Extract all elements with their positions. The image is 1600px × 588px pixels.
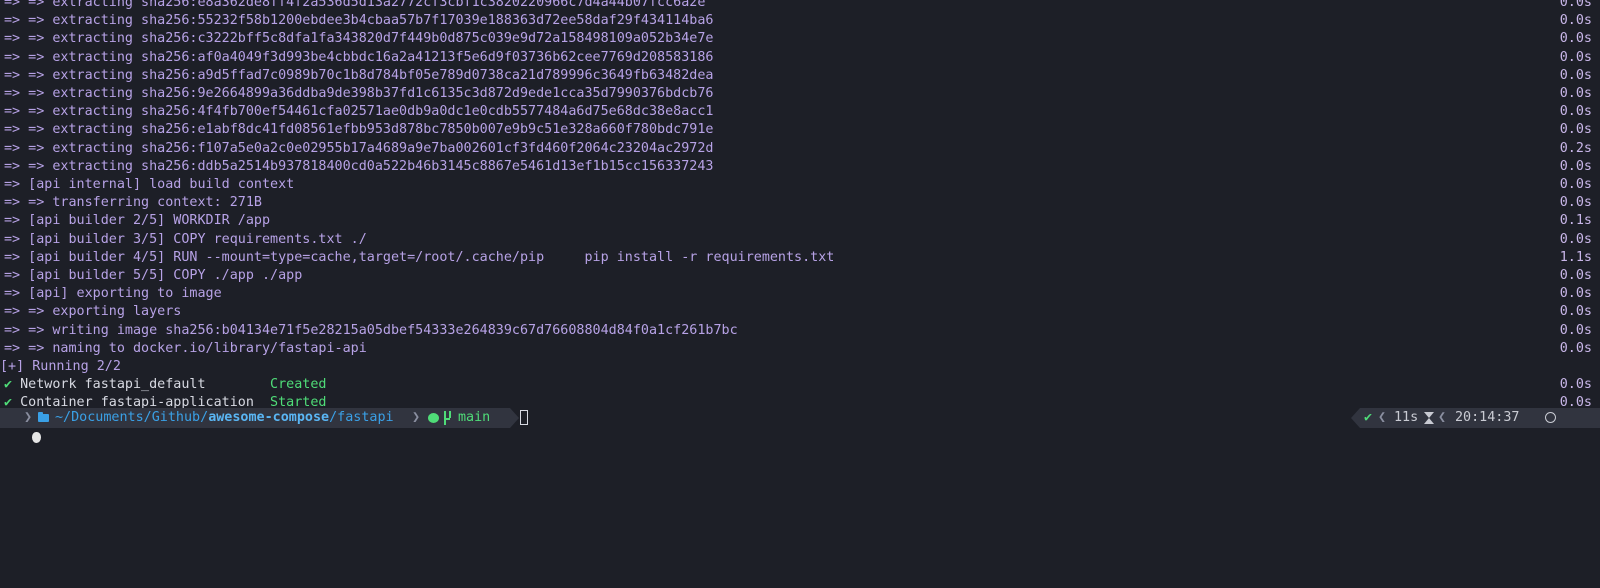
log-text: => => naming to docker.io/library/fastap… <box>4 340 367 356</box>
step-duration: 0.0s <box>1559 122 1592 138</box>
step-duration: 0.0s <box>1559 13 1592 29</box>
container-status-line: ✔ Network fastapi_default Created 0.0s <box>4 376 1592 394</box>
build-log-line: => => extracting sha256:9e2664899a36ddba… <box>4 85 1592 103</box>
step-duration: 0.0s <box>1559 340 1592 356</box>
build-log-line: => => extracting sha256:ddb5a2514b937818… <box>4 158 1592 176</box>
path-prefix: ~/Documents/Github/ <box>55 410 209 425</box>
log-text: => [api builder 5/5] COPY ./app ./app <box>4 268 303 283</box>
step-duration: 0.0s <box>1559 322 1592 338</box>
exit-status-check-icon: ✔ <box>1364 410 1373 425</box>
hourglass-icon <box>1424 412 1434 424</box>
log-text: => [api builder 4/5] RUN --mount=type=ca… <box>4 249 835 265</box>
step-duration: 0.0s <box>1559 158 1592 174</box>
log-text: => => extracting sha256:a9d5ffad7c0989b7… <box>4 67 714 83</box>
step-duration: 0.1s <box>1559 213 1592 229</box>
step-duration: 0.2s <box>1559 140 1592 156</box>
step-duration: 0.0s <box>1559 231 1592 247</box>
log-text: => => writing image sha256:b04134e71f5e2… <box>4 322 738 338</box>
container-status: ✔ Network fastapi_default Created <box>4 376 326 394</box>
build-log-line: => => extracting sha256:4f4fb700ef54461c… <box>4 103 1592 121</box>
build-log-line: => [api builder 4/5] RUN --mount=type=ca… <box>4 249 1592 267</box>
step-duration: 0.0s <box>1559 304 1592 320</box>
text-cursor[interactable] <box>520 410 528 425</box>
build-log-line: => [api internal] load build context 0.0s <box>4 176 1592 194</box>
build-log-line: => [api] exporting to image 0.0s <box>4 285 1592 303</box>
shell-prompt[interactable]: ❯ ~/Documents/Github/awesome-compose/fas… <box>0 408 1600 443</box>
check-icon: ✔ <box>4 377 13 393</box>
step-duration: 0.0s <box>1559 0 1592 10</box>
build-log-line: => => extracting sha256:55232f58b1200ebd… <box>4 12 1592 30</box>
log-text: => => extracting sha256:ddb5a2514b937818… <box>4 158 714 174</box>
build-log-line: => => extracting sha256:f107a5e0a2c0e029… <box>4 140 1592 158</box>
chevron-right-icon: ❯ <box>24 410 33 425</box>
current-directory: ~/Documents/Github/awesome-compose/fasta… <box>55 408 394 428</box>
log-text: => => extracting sha256:af0a4049f3d993be… <box>4 49 714 65</box>
git-branch-name: main <box>458 410 491 425</box>
log-text: => => transferring context: 271B <box>4 195 262 211</box>
clock-time: 20:14:37 <box>1455 410 1520 425</box>
log-text: => => extracting sha256:e1abf8dc41fd0856… <box>4 122 714 138</box>
log-text: => => extracting sha256:c3222bff5c8dfa1f… <box>4 31 714 47</box>
build-log-line: => => transferring context: 271B 0.0s <box>4 194 1592 212</box>
log-text: => => extracting sha256:e8a362de8ff4f2a5… <box>4 0 706 10</box>
git-segment: ❯ main <box>410 408 510 428</box>
github-icon <box>428 413 439 423</box>
running-text: [+] Running 2/2 <box>0 359 121 374</box>
build-log-line: => => exporting layers 0.0s <box>4 303 1592 321</box>
log-text: => => extracting sha256:f107a5e0a2c0e029… <box>4 140 714 156</box>
log-text: => [api] exporting to image <box>4 286 222 302</box>
container-name: Network fastapi_default <box>20 377 271 393</box>
build-log-line: => [api builder 5/5] COPY ./app ./app 0.0… <box>4 267 1592 285</box>
log-text: => => extracting sha256:4f4fb700ef54461c… <box>4 104 714 120</box>
running-status: [+] Running 2/2 <box>0 358 1592 376</box>
log-text: => => extracting sha256:9e2664899a36ddba… <box>4 86 714 101</box>
log-text: => [api builder 3/5] COPY requirements.t… <box>4 231 367 247</box>
step-duration: 0.0s <box>1559 31 1592 47</box>
log-text: => => extracting sha256:55232f58b1200ebd… <box>4 13 714 29</box>
chevron-right-icon: ❯ <box>412 410 421 425</box>
chevron-left-icon: ❮ <box>1438 410 1447 425</box>
log-text: => [api internal] load build context <box>4 177 295 192</box>
build-log-line: => => extracting sha256:e8a362de8ff4f2a5… <box>4 0 1592 12</box>
right-prompt: ✔ ❮ 11s ❮ 20:14:37 <box>1351 408 1600 428</box>
step-duration: 0.0s <box>1559 49 1592 65</box>
step-duration: 0.0s <box>1559 177 1592 192</box>
step-duration: 0.0s <box>1559 377 1592 393</box>
path-suffix: /fastapi <box>329 410 394 425</box>
build-log-line: => => extracting sha256:c3222bff5c8dfa1f… <box>4 30 1592 48</box>
container-state: Created <box>270 377 327 393</box>
step-duration: 1.1s <box>1559 249 1592 265</box>
step-duration: 0.0s <box>1559 67 1592 83</box>
command-duration: 11s <box>1394 410 1419 425</box>
step-duration: 0.0s <box>1559 268 1592 283</box>
path-repo: awesome-compose <box>208 410 330 425</box>
log-text: => => exporting layers <box>4 304 182 320</box>
step-duration: 0.0s <box>1559 86 1592 101</box>
build-log-line: => => writing image sha256:b04134e71f5e2… <box>4 322 1592 340</box>
git-branch-icon <box>443 411 452 425</box>
step-duration: 0.0s <box>1559 286 1592 302</box>
segment-separator <box>510 408 520 428</box>
chevron-left-icon: ❮ <box>1378 410 1387 425</box>
build-log-line: => [api builder 3/5] COPY requirements.t… <box>4 231 1592 249</box>
build-log-line: => => extracting sha256:a9d5ffad7c0989b7… <box>4 67 1592 85</box>
terminal-output: => => extracting sha256:e8a362de8ff4f2a5… <box>0 0 1600 437</box>
log-text: => [api builder 2/5] WORKDIR /app <box>4 213 271 229</box>
step-duration: 0.0s <box>1559 195 1592 211</box>
folder-icon <box>38 412 49 422</box>
build-log-line: => => naming to docker.io/library/fastap… <box>4 340 1592 358</box>
os-segment <box>0 408 42 443</box>
clock-icon <box>1545 412 1556 423</box>
build-log-line: => => extracting sha256:e1abf8dc41fd0856… <box>4 121 1592 139</box>
build-log-line: => [api builder 2/5] WORKDIR /app 0.1s <box>4 212 1592 230</box>
path-segment: ❯ ~/Documents/Github/awesome-compose/fas… <box>22 408 410 428</box>
step-duration: 0.0s <box>1559 104 1592 120</box>
build-log-line: => => extracting sha256:af0a4049f3d993be… <box>4 49 1592 67</box>
